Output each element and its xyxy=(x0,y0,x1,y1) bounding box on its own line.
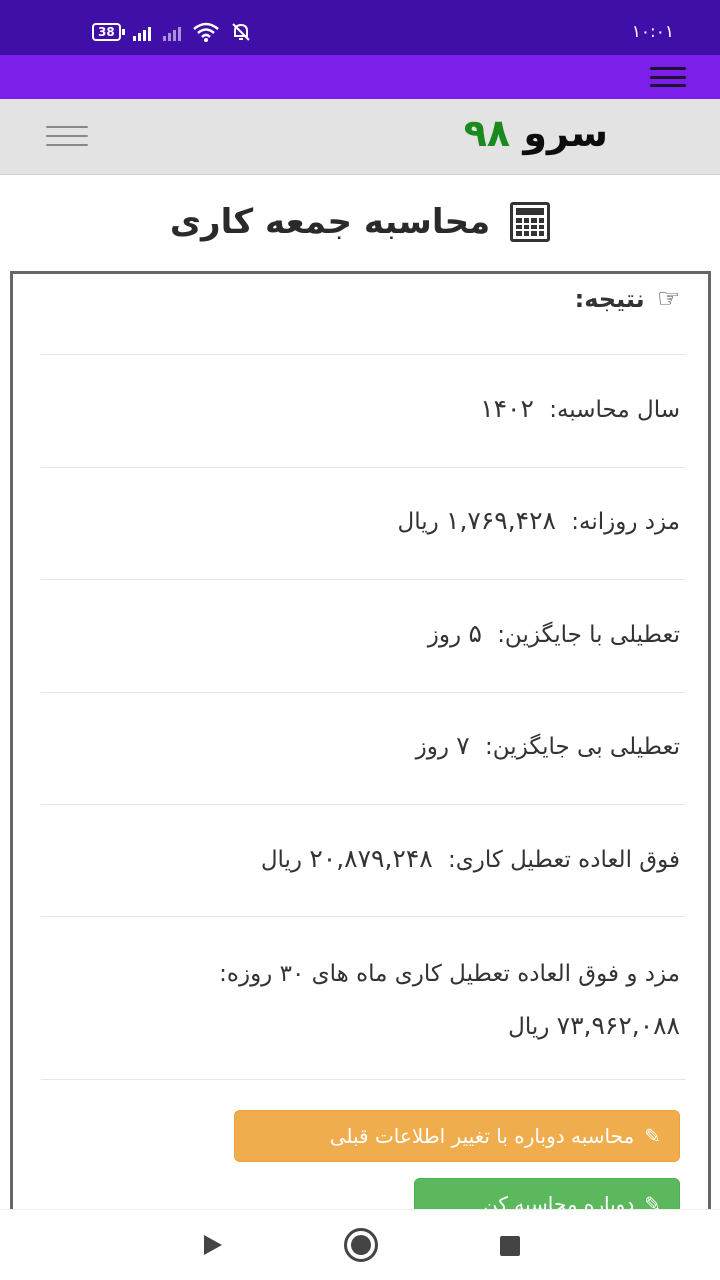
calculator-icon xyxy=(510,202,551,242)
row-value: ۵ xyxy=(468,619,482,648)
result-heading-text: نتیجه: xyxy=(574,285,645,313)
divider xyxy=(41,1079,686,1080)
pencil-icon: ✎ xyxy=(644,1124,661,1148)
row-label: مزد روزانه: xyxy=(571,509,680,535)
row-unit: روز xyxy=(427,622,462,648)
status-bar: 38 ۱۰:۰۱ xyxy=(0,0,720,55)
signal-weak-icon xyxy=(162,23,181,41)
result-row-holiday-with-substitute: تعطیلی با جایگزین: ۵ روز xyxy=(35,611,680,658)
notifications-off-icon xyxy=(231,23,250,41)
result-row-holiday-without-substitute: تعطیلی بی جایگزین: ۷ روز xyxy=(35,723,680,770)
home-icon[interactable] xyxy=(344,1228,378,1262)
row-unit: ریال xyxy=(260,847,303,873)
app-bar xyxy=(0,55,720,99)
logo-word: سرو xyxy=(523,111,608,155)
row-unit: ریال xyxy=(397,509,439,535)
row-value: ۲۰,۸۷۹,۲۴۸ xyxy=(309,844,433,873)
battery-icon: 38 xyxy=(92,23,125,41)
recents-icon[interactable] xyxy=(500,1236,520,1256)
row-unit: روز xyxy=(415,734,449,760)
row-label: سال محاسبه: xyxy=(549,397,680,423)
site-menu-icon[interactable] xyxy=(46,126,88,146)
back-icon[interactable] xyxy=(204,1235,222,1255)
result-card: ☜ نتیجه: سال محاسبه: ۱۴۰۲ مزد روزانه: ۱,… xyxy=(10,271,711,1271)
hand-pointer-icon: ☜ xyxy=(656,284,680,314)
result-row-monthly-total: مزد و فوق العاده تعطیل کاری ماه های ۳۰ ر… xyxy=(35,948,680,1053)
row-label: مزد و فوق العاده تعطیل کاری ماه های ۳۰ ر… xyxy=(219,961,680,987)
recalculate-with-changes-button[interactable]: ✎ محاسبه دوباره با تغییر اطلاعات قبلی xyxy=(234,1110,680,1162)
hamburger-menu-icon[interactable] xyxy=(650,67,686,87)
result-row-holiday-bonus: فوق العاده تعطیل کاری: ۲۰,۸۷۹,۲۴۸ ریال xyxy=(35,836,680,883)
clock: ۱۰:۰۱ xyxy=(631,22,674,42)
row-label: تعطیلی بی جایگزین: xyxy=(485,734,680,760)
divider xyxy=(41,692,686,693)
result-heading: ☜ نتیجه: xyxy=(575,284,680,314)
row-value: ۷۳,۹۶۲,۰۸۸ xyxy=(556,1011,680,1040)
row-value: ۷ xyxy=(456,731,470,760)
button-label: محاسبه دوباره با تغییر اطلاعات قبلی xyxy=(329,1124,635,1148)
row-label: تعطیلی با جایگزین: xyxy=(497,622,680,648)
divider xyxy=(41,804,686,805)
status-icons: 38 xyxy=(92,22,251,42)
divider xyxy=(41,916,686,917)
result-row-year: سال محاسبه: ۱۴۰۲ xyxy=(35,386,680,433)
row-label: فوق العاده تعطیل کاری: xyxy=(448,847,680,873)
site-header: سرو ۹۸ xyxy=(0,99,720,175)
logo-number: ۹۸ xyxy=(463,111,511,155)
system-nav-bar xyxy=(0,1209,720,1280)
page-title-text: محاسبه جمعه کاری xyxy=(169,202,491,242)
divider xyxy=(41,354,686,355)
row-value: ۱۴۰۲ xyxy=(480,394,534,423)
row-unit: ریال xyxy=(508,1014,550,1040)
divider xyxy=(41,467,686,468)
signal-icon xyxy=(132,23,151,41)
divider xyxy=(41,579,686,580)
page-title: محاسبه جمعه کاری xyxy=(0,192,720,252)
result-row-daily-wage: مزد روزانه: ۱,۷۶۹,۴۲۸ ریال xyxy=(35,498,680,545)
site-logo[interactable]: سرو ۹۸ xyxy=(464,111,608,155)
wifi-icon xyxy=(192,22,219,42)
row-value: ۱,۷۶۹,۴۲۸ xyxy=(446,506,556,535)
